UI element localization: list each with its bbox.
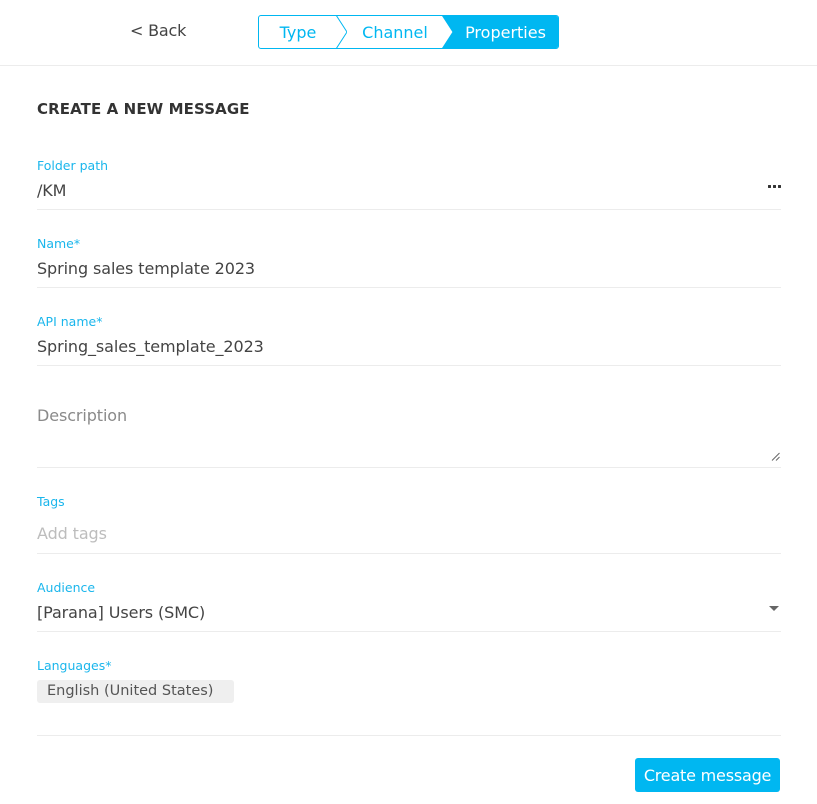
step-label: Channel xyxy=(362,22,428,42)
api-name-label: API name* xyxy=(37,314,103,329)
api-name-field[interactable]: API name* Spring_sales_template_2023 xyxy=(37,311,781,366)
step-properties[interactable]: Properties xyxy=(443,16,558,48)
audience-field[interactable]: Audience [Parana] Users (SMC) xyxy=(37,577,781,632)
audience-label: Audience xyxy=(37,580,96,595)
footer-divider xyxy=(37,735,781,736)
tags-field[interactable]: Tags Add tags xyxy=(37,491,781,554)
step-channel[interactable]: Channel xyxy=(337,16,453,48)
language-chip[interactable]: English (United States) xyxy=(37,680,234,703)
tags-label: Tags xyxy=(37,494,65,509)
dropdown-caret-icon[interactable] xyxy=(769,606,779,611)
resize-handle-icon[interactable] xyxy=(771,452,780,461)
tags-input[interactable]: Add tags xyxy=(37,524,107,543)
folder-path-label: Folder path xyxy=(37,158,109,173)
name-field[interactable]: Name* Spring sales template 2023 xyxy=(37,233,781,288)
step-type[interactable]: Type xyxy=(259,16,347,48)
page-title: CREATE A NEW MESSAGE xyxy=(37,100,250,118)
name-input[interactable]: Spring sales template 2023 xyxy=(37,259,255,278)
audience-select[interactable]: [Parana] Users (SMC) xyxy=(37,603,205,622)
languages-field: Languages* English (United States) xyxy=(37,655,781,705)
create-message-button[interactable]: Create message xyxy=(635,758,780,792)
languages-label: Languages* xyxy=(37,658,112,673)
folder-path-field[interactable]: Folder path /KM xyxy=(37,155,781,210)
description-field[interactable]: Description xyxy=(37,389,781,468)
back-button[interactable]: < Back xyxy=(130,21,186,40)
step-label: Type xyxy=(279,22,317,42)
name-label: Name* xyxy=(37,236,81,251)
more-dots-icon[interactable] xyxy=(768,185,781,189)
step-label: Properties xyxy=(465,22,546,42)
folder-path-value: /KM xyxy=(37,181,67,200)
wizard-stepper: Type Channel Properties xyxy=(258,15,559,49)
api-name-input[interactable]: Spring_sales_template_2023 xyxy=(37,337,264,356)
top-bar: < Back Type Channel Properties xyxy=(0,0,817,66)
description-textarea[interactable]: Description xyxy=(37,406,127,425)
